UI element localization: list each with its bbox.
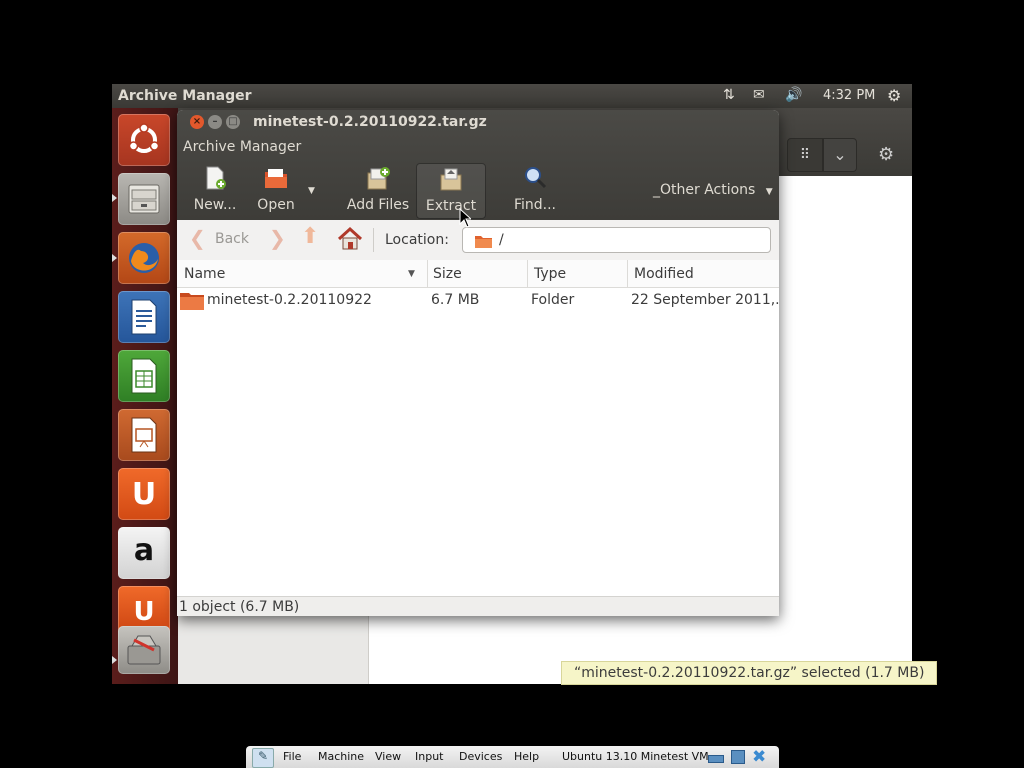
active-app-title: Archive Manager xyxy=(118,88,252,104)
folder-icon xyxy=(180,290,204,314)
table-row[interactable]: minetest-0.2.20110922 6.7 MB Folder 22 S… xyxy=(177,288,779,314)
window-title: minetest-0.2.20110922.tar.gz xyxy=(253,114,487,130)
volume-icon[interactable]: 🔊 xyxy=(785,87,802,103)
restore-vm-icon[interactable] xyxy=(731,750,745,764)
ubuntu-logo-icon xyxy=(128,123,160,153)
session-gear-icon[interactable]: ⚙ xyxy=(887,86,901,105)
launcher-libreoffice-writer[interactable] xyxy=(118,291,170,343)
mouse-cursor-icon xyxy=(459,208,471,228)
new-document-icon xyxy=(202,165,228,191)
other-actions-label: _Other Actions xyxy=(653,182,756,198)
add-files-button[interactable]: Add Files xyxy=(345,165,411,217)
row-name: minetest-0.2.20110922 xyxy=(207,292,372,308)
minimize-window-button[interactable]: – xyxy=(208,115,222,129)
home-icon[interactable] xyxy=(337,226,363,256)
grid-view-icon[interactable]: ⠿ xyxy=(787,138,823,172)
network-icon[interactable]: ⇅ xyxy=(723,87,735,103)
running-indicator xyxy=(112,254,117,262)
close-window-button[interactable]: × xyxy=(190,115,204,129)
new-archive-button[interactable]: New... xyxy=(187,165,243,217)
maximize-window-button[interactable]: □ xyxy=(226,115,240,129)
column-separator[interactable] xyxy=(427,260,428,287)
location-field[interactable]: / xyxy=(462,227,771,253)
vbox-menu-help[interactable]: Help xyxy=(514,750,539,763)
other-actions-menu[interactable]: _Other Actions ▼ xyxy=(653,182,773,198)
file-manager-gear-icon[interactable]: ⚙ xyxy=(878,144,894,165)
close-vm-icon[interactable]: ✖ xyxy=(752,747,766,767)
sort-arrow-icon[interactable]: ▼ xyxy=(408,269,415,279)
vbox-menu-machine[interactable]: Machine xyxy=(318,750,364,763)
software-center-icon: U xyxy=(131,476,157,512)
open-folder-icon xyxy=(263,165,289,191)
calc-icon xyxy=(131,358,157,394)
virtualbox-menu-bar: ✎ File Machine View Input Devices Help U… xyxy=(246,746,779,768)
open-dropdown-arrow-icon[interactable]: ▼ xyxy=(308,186,315,196)
vbox-menu-devices[interactable]: Devices xyxy=(459,750,502,763)
clock[interactable]: 4:32 PM xyxy=(823,88,875,103)
archive-status-bar: 1 object (6.7 MB) xyxy=(177,596,779,616)
launcher-libreoffice-calc[interactable] xyxy=(118,350,170,402)
impress-icon xyxy=(131,417,157,453)
archive-icon xyxy=(127,635,161,665)
archive-manager-header: × – □ minetest-0.2.20110922.tar.gz Archi… xyxy=(177,110,779,220)
amazon-icon: a xyxy=(133,532,155,568)
column-header-size[interactable]: Size xyxy=(433,266,462,282)
launcher-archive[interactable] xyxy=(118,626,170,674)
extract-button[interactable]: Extract xyxy=(416,163,486,219)
forward-arrow-icon[interactable]: ❯ xyxy=(269,226,286,250)
location-value: / xyxy=(499,232,504,248)
launcher-libreoffice-impress[interactable] xyxy=(118,409,170,461)
minimize-vm-icon[interactable] xyxy=(708,755,724,763)
row-size: 6.7 MB xyxy=(431,292,480,308)
file-list-header: Name ▼ Size Type Modified xyxy=(177,260,779,288)
magnifier-icon xyxy=(522,165,548,191)
location-bar: ❮ Back ❯ ⬆ Location: / xyxy=(177,220,779,261)
launcher-files[interactable] xyxy=(118,173,170,225)
mail-icon[interactable]: ✉ xyxy=(753,87,765,103)
column-header-modified[interactable]: Modified xyxy=(634,266,694,282)
firefox-icon xyxy=(129,243,159,273)
top-panel: Archive Manager ⇅ ✉ 🔊 4:32 PM ⚙ xyxy=(112,84,912,108)
launcher-dash-home[interactable] xyxy=(118,114,170,166)
archive-status-text: 1 object (6.7 MB) xyxy=(179,599,300,615)
column-header-name[interactable]: Name xyxy=(184,266,225,282)
running-indicator xyxy=(112,656,117,664)
app-name-label: Archive Manager xyxy=(183,139,302,155)
column-separator[interactable] xyxy=(627,260,628,287)
column-header-type[interactable]: Type xyxy=(534,266,566,282)
writer-icon xyxy=(131,299,157,335)
ubuntu-one-icon: U xyxy=(133,597,155,627)
extract-icon xyxy=(438,166,464,192)
vm-name-label: Ubuntu 13.10 Minetest VM xyxy=(562,750,709,763)
launcher-software-center[interactable]: U xyxy=(118,468,170,520)
running-indicator xyxy=(112,194,117,202)
view-options-chevron-icon[interactable]: ⌄ xyxy=(823,138,857,172)
location-label: Location: xyxy=(385,232,449,248)
column-separator[interactable] xyxy=(527,260,528,287)
row-type: Folder xyxy=(531,292,575,308)
vbox-menu-view[interactable]: View xyxy=(375,750,401,763)
launcher-amazon[interactable]: a xyxy=(118,527,170,579)
folder-icon xyxy=(475,233,492,252)
row-modified: 22 September 2011,... xyxy=(631,292,779,308)
file-cabinet-icon xyxy=(128,184,160,214)
archive-manager-window: × – □ minetest-0.2.20110922.tar.gz Archi… xyxy=(177,110,779,616)
location-divider xyxy=(373,228,374,252)
open-archive-button[interactable]: Open xyxy=(251,165,301,217)
vbox-menu-input[interactable]: Input xyxy=(415,750,443,763)
back-arrow-icon[interactable]: ❮ xyxy=(189,226,206,250)
pin-icon[interactable]: ✎ xyxy=(252,748,274,768)
up-arrow-icon[interactable]: ⬆ xyxy=(301,224,319,249)
back-button[interactable]: Back xyxy=(215,231,249,247)
selection-status-tooltip: “minetest-0.2.20110922.tar.gz” selected … xyxy=(561,661,938,685)
find-button[interactable]: Find... xyxy=(507,165,563,217)
unity-launcher: U a U xyxy=(112,108,178,684)
launcher-firefox[interactable] xyxy=(118,232,170,284)
add-files-icon xyxy=(365,165,391,191)
other-actions-arrow-icon: ▼ xyxy=(765,187,773,197)
vbox-menu-file[interactable]: File xyxy=(283,750,301,763)
